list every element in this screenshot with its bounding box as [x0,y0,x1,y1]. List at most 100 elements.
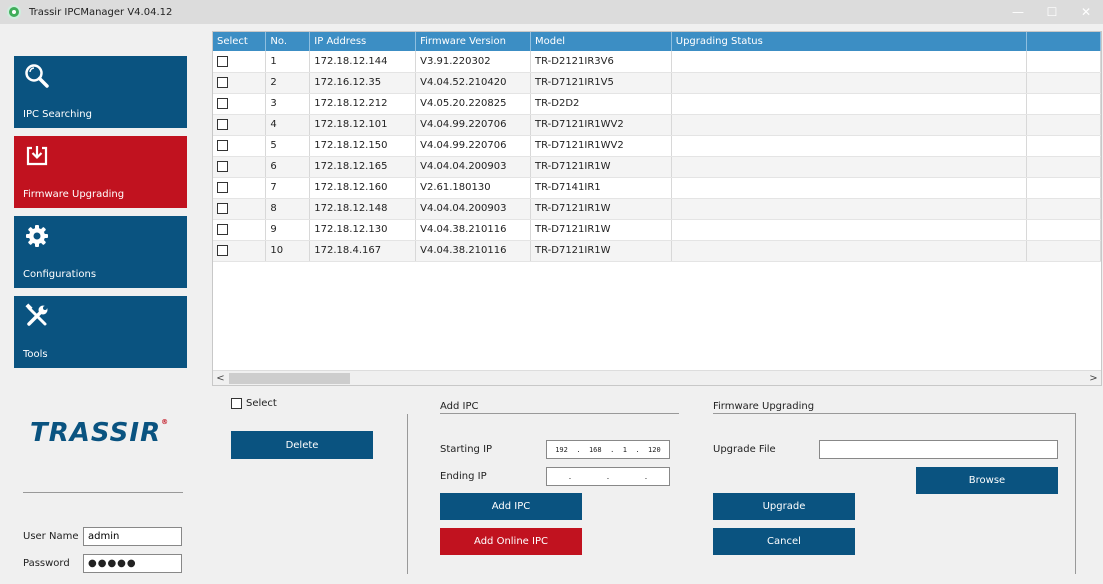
row-ip: 172.18.12.160 [309,177,417,199]
scroll-right-icon[interactable]: > [1086,371,1101,385]
starting-ip-label: Starting IP [440,444,493,455]
table-row[interactable]: 2 172.16.12.35 V4.04.52.210420 TR-D7121IR1V… [213,72,1101,94]
row-checkbox[interactable] [217,55,228,67]
device-table-grid: Select No. IP Address Firmware Version M… [213,32,1101,262]
column-header-no[interactable]: No. [265,32,311,51]
add-ipc-button[interactable]: Add IPC [440,493,582,520]
firmware-upgrading-title: Firmware Upgrading [713,401,815,412]
gear-icon [26,225,48,247]
row-checkbox[interactable] [217,76,228,88]
row-select-cell[interactable] [213,156,267,178]
scrollbar-thumb[interactable] [229,373,350,384]
column-header-model[interactable]: Model [530,32,672,51]
column-header-filler [1026,32,1101,51]
row-ip: 172.18.12.130 [309,219,417,241]
minimize-button[interactable]: — [1001,0,1035,24]
row-no: 1 [265,51,311,73]
row-model: TR-D2121IR3V6 [530,51,672,73]
scroll-left-icon[interactable]: < [213,371,228,385]
delete-button[interactable]: Delete [231,431,373,459]
sidebar-divider [23,492,183,493]
row-select-cell[interactable] [213,198,267,220]
row-checkbox[interactable] [217,244,228,256]
row-checkbox[interactable] [217,139,228,151]
add-ipc-underline [440,413,679,414]
add-online-ipc-button[interactable]: Add Online IPC [440,528,582,555]
row-checkbox[interactable] [217,160,228,172]
ip-dot: . [567,472,573,481]
nav-firmware-upgrading[interactable]: Firmware Upgrading [14,136,187,208]
ip-dot: . [605,472,611,481]
select-all[interactable]: Select [231,398,277,409]
row-no: 7 [265,177,311,199]
row-no: 10 [265,240,311,262]
row-firmware: V4.04.04.200903 [415,198,531,220]
row-select-cell[interactable] [213,177,267,199]
row-select-cell[interactable] [213,114,267,136]
starting-ip-input[interactable]: 192. 168. 1. 120 [546,440,670,459]
nav-tools[interactable]: Tools [14,296,187,368]
upgrade-file-input[interactable] [819,440,1058,459]
table-row[interactable]: 4 172.18.12.101 V4.04.99.220706 TR-D7121IR1… [213,114,1101,136]
nav-configurations[interactable]: Configurations [14,216,187,288]
column-header-select[interactable]: Select [213,32,267,51]
tools-icon [25,303,48,326]
browse-button[interactable]: Browse [916,467,1058,494]
nav-label: IPC Searching [23,109,92,120]
maximize-button[interactable]: ☐ [1035,0,1069,24]
table-row[interactable]: 9 172.18.12.130 V4.04.38.210116 TR-D7121IR1… [213,219,1101,241]
row-select-cell[interactable] [213,135,267,157]
table-row[interactable]: 7 172.18.12.160 V2.61.180130 TR-D7141IR1 [213,177,1101,199]
upgrade-button[interactable]: Upgrade [713,493,855,520]
row-checkbox[interactable] [217,97,228,109]
column-header-status[interactable]: Upgrading Status [671,32,1028,51]
password-input[interactable]: ●●●●● [83,554,182,573]
row-model: TR-D7121IR1V5 [530,72,672,94]
column-header-firmware[interactable]: Firmware Version [415,32,531,51]
row-select-cell[interactable] [213,51,267,73]
row-checkbox[interactable] [217,118,228,130]
table-row[interactable]: 1 172.18.12.144 V3.91.220302 TR-D2121IR3V6 [213,51,1101,73]
ip-dot: . [635,445,640,454]
close-button[interactable]: ✕ [1069,0,1103,24]
table-row[interactable]: 8 172.18.12.148 V4.04.04.200903 TR-D7121IR1… [213,198,1101,220]
row-status [671,198,1028,220]
row-status [671,240,1028,262]
row-ip: 172.18.12.165 [309,156,417,178]
row-select-cell[interactable] [213,72,267,94]
cancel-button[interactable]: Cancel [713,528,855,555]
table-row[interactable]: 6 172.18.12.165 V4.04.04.200903 TR-D7121IR1… [213,156,1101,178]
column-header-ip[interactable]: IP Address [309,32,417,51]
nav-label: Firmware Upgrading [23,189,125,200]
ending-ip-input[interactable]: ... [546,467,670,486]
user-name-input[interactable] [83,527,182,546]
nav-label: Configurations [23,269,97,280]
nav-label: Tools [23,349,48,360]
row-checkbox[interactable] [217,223,228,235]
row-ip: 172.18.12.148 [309,198,417,220]
nav-ipc-searching[interactable]: IPC Searching [14,56,187,128]
row-select-cell[interactable] [213,93,267,115]
row-select-cell[interactable] [213,219,267,241]
row-checkbox[interactable] [217,202,228,214]
device-table: Select No. IP Address Firmware Version M… [212,31,1102,386]
row-filler [1026,219,1101,241]
row-no: 9 [265,219,311,241]
row-model: TR-D7121IR1W [530,219,672,241]
row-model: TR-D7121IR1W [530,198,672,220]
app-logo-icon [7,5,21,19]
table-row[interactable]: 5 172.18.12.150 V4.04.99.220706 TR-D7121IR1… [213,135,1101,157]
row-ip: 172.16.12.35 [309,72,417,94]
table-row[interactable]: 3 172.18.12.212 V4.05.20.220825 TR-D2D2 [213,93,1101,115]
row-checkbox[interactable] [217,181,228,193]
row-select-cell[interactable] [213,240,267,262]
select-all-checkbox[interactable] [231,398,242,409]
row-status [671,135,1028,157]
row-filler [1026,135,1101,157]
horizontal-scrollbar[interactable]: < > [213,370,1101,385]
row-status [671,93,1028,115]
table-row[interactable]: 10 172.18.4.167 V4.04.38.210116 TR-D7121IR1… [213,240,1101,262]
row-status [671,114,1028,136]
row-filler [1026,72,1101,94]
row-filler [1026,156,1101,178]
